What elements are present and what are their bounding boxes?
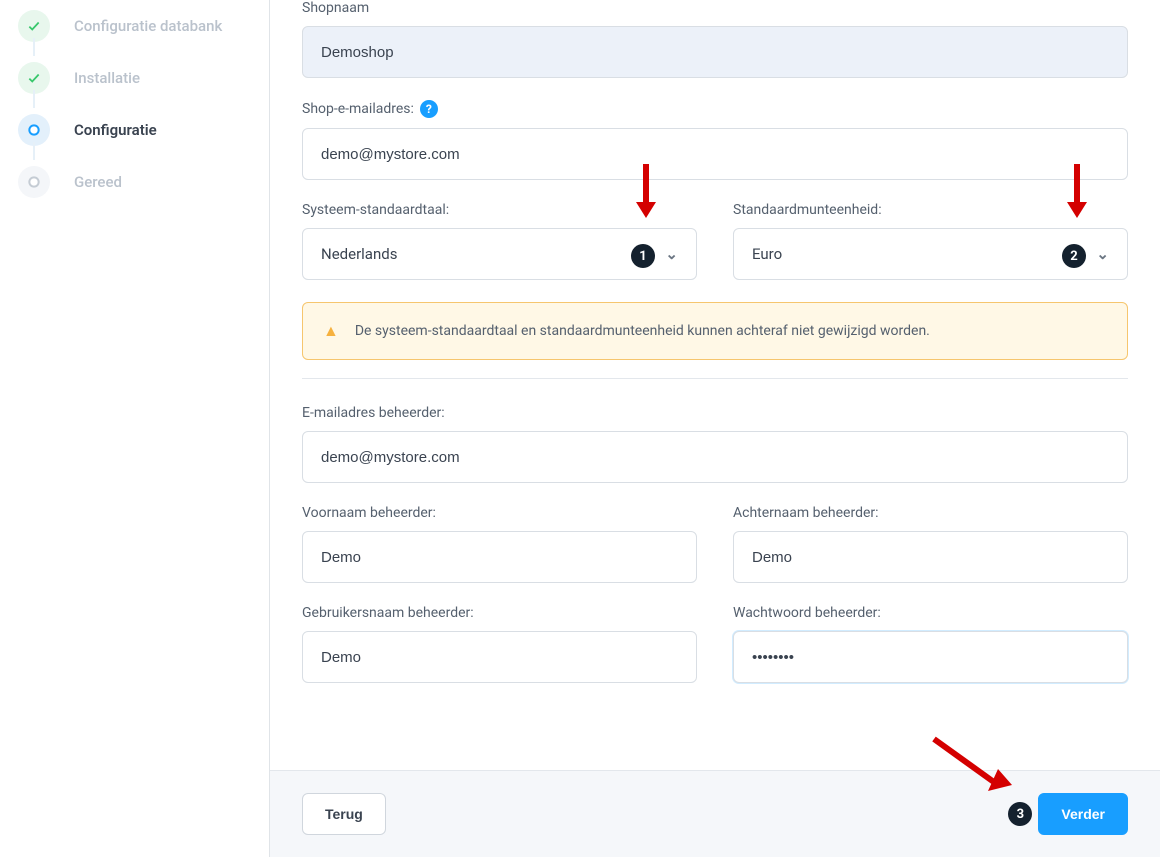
next-button[interactable]: Verder	[1038, 793, 1128, 835]
config-form: Shopnaam Shop-e-mailadres: ? Systeem-sta…	[270, 0, 1160, 770]
currency-label: Standaardmunteenheid:	[733, 202, 1128, 218]
step-label: Configuratie databank	[74, 17, 222, 35]
admin-first-input[interactable]	[302, 531, 697, 583]
step-label: Gereed	[74, 173, 122, 191]
circle-icon	[18, 166, 50, 198]
admin-pass-label: Wachtwoord beheerder:	[733, 605, 1128, 621]
check-icon	[18, 10, 50, 42]
admin-last-label: Achternaam beheerder:	[733, 505, 1128, 521]
step-configuratie: Configuratie	[16, 104, 253, 156]
step-label: Configuratie	[74, 121, 157, 139]
annotation-badge-1: 1	[631, 244, 655, 268]
shopname-label: Shopnaam	[302, 0, 1128, 16]
admin-pass-input[interactable]	[733, 631, 1128, 683]
chevron-down-icon: ⌄	[1096, 245, 1109, 263]
admin-email-label: E-mailadres beheerder:	[302, 405, 1128, 421]
warning-text: De systeem-standaardtaal en standaardmun…	[355, 323, 930, 339]
step-config-db: Configuratie databank	[16, 0, 253, 52]
shopemail-input[interactable]	[302, 128, 1128, 180]
chevron-down-icon: ⌄	[665, 245, 678, 263]
shopname-input[interactable]	[302, 26, 1128, 78]
admin-user-input[interactable]	[302, 631, 697, 683]
circle-icon	[18, 114, 50, 146]
annotation-badge-2: 2	[1062, 244, 1086, 268]
admin-last-input[interactable]	[733, 531, 1128, 583]
admin-user-label: Gebruikersnaam beheerder:	[302, 605, 697, 621]
divider	[302, 378, 1128, 379]
step-installatie: Installatie	[16, 52, 253, 104]
wizard-footer: Terug 3 Verder	[270, 770, 1160, 857]
warning-alert: ▲ De systeem-standaardtaal en standaardm…	[302, 302, 1128, 360]
annotation-badge-3: 3	[1008, 802, 1032, 826]
warning-icon: ▲	[323, 321, 339, 341]
currency-value: Euro	[752, 245, 782, 263]
admin-first-label: Voornaam beheerder:	[302, 505, 697, 521]
shopemail-label: Shop-e-mailadres:	[302, 101, 414, 117]
check-icon	[18, 62, 50, 94]
help-icon[interactable]: ?	[420, 100, 438, 118]
install-steps-sidebar: Configuratie databank Installatie Config…	[0, 0, 270, 857]
language-label: Systeem-standaardtaal:	[302, 202, 697, 218]
step-gereed: Gereed	[16, 156, 253, 208]
admin-email-input[interactable]	[302, 431, 1128, 483]
back-button[interactable]: Terug	[302, 793, 386, 835]
language-value: Nederlands	[321, 245, 397, 263]
step-label: Installatie	[74, 69, 140, 87]
